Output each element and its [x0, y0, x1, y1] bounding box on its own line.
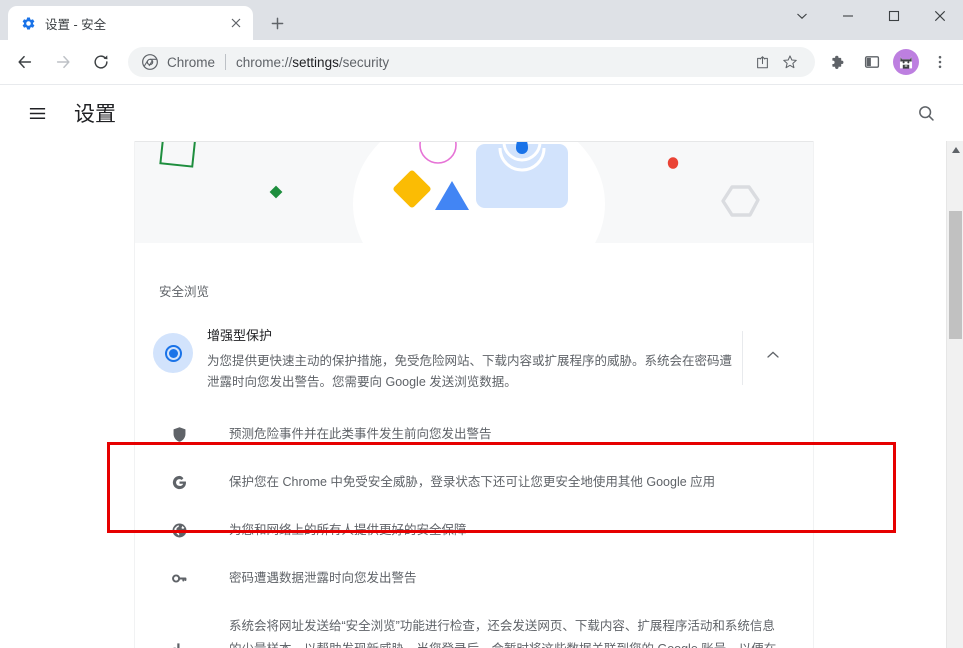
- safe-browsing-card: 安全浏览 增强型保护 为您提供更快速主动的保护措施，免受危险网站、下载内容或扩展…: [134, 141, 814, 648]
- feature-text: 密码遭遇数据泄露时向您发出警告: [229, 571, 417, 585]
- omnibox-divider: [225, 54, 227, 70]
- row-divider: [742, 331, 743, 385]
- new-tab-button[interactable]: [263, 9, 291, 37]
- hamburger-icon[interactable]: [20, 96, 54, 130]
- chevron-up-icon[interactable]: [753, 335, 793, 375]
- window-controls: [779, 0, 963, 32]
- safe-browsing-illustration: [135, 141, 813, 243]
- shield-badge-shape: [476, 142, 568, 208]
- side-panel-icon[interactable]: [857, 47, 887, 77]
- puzzle-icon[interactable]: [823, 47, 853, 77]
- blue-triangle-shape: [435, 181, 469, 210]
- shield-icon: [169, 424, 189, 444]
- feature-item-everyone-security: 为您和网络上的所有人提供更好的安全保障: [135, 503, 813, 551]
- feature-item-password-breach: 密码遭遇数据泄露时向您发出警告: [135, 551, 813, 599]
- address-bar[interactable]: Chrome chrome://settings/security: [128, 47, 815, 77]
- gear-icon: [20, 15, 36, 31]
- red-dot-shape: [667, 157, 679, 169]
- yellow-diamond-shape: [393, 170, 431, 208]
- search-icon[interactable]: [909, 96, 943, 130]
- feature-text: 保护您在 Chrome 中免受安全威胁，登录状态下还可让您更安全地使用其他 Go…: [229, 475, 716, 489]
- feature-text: 系统会将网址发送给“安全浏览”功能进行检查，还会发送网页、下载内容、扩展程序活动…: [229, 619, 776, 648]
- page-title: 设置: [74, 103, 116, 126]
- green-rectangle-shape: [159, 142, 197, 168]
- settings-content: 安全浏览 增强型保护 为您提供更快速主动的保护措施，免受危险网站、下载内容或扩展…: [0, 141, 963, 648]
- scrollbar-thumb[interactable]: [949, 211, 962, 339]
- pink-circle-shape: [419, 142, 457, 164]
- omnibox-chip-label: Chrome: [167, 54, 216, 70]
- tab-title: 设置 - 安全: [45, 17, 107, 32]
- feature-text: 为您和网络上的所有人提供更好的安全保障: [229, 523, 467, 537]
- security-page: 安全浏览 增强型保护 为您提供更快速主动的保护措施，免受危险网站、下载内容或扩展…: [0, 141, 946, 648]
- star-icon[interactable]: [777, 49, 803, 75]
- profile-avatar[interactable]: [891, 47, 921, 77]
- omnibox-url: chrome://settings/security: [236, 55, 747, 70]
- chrome-logo-icon: [142, 54, 158, 70]
- scroll-up-arrow-icon[interactable]: [947, 141, 963, 158]
- omnibox-actions: [747, 49, 803, 75]
- reload-button[interactable]: [85, 46, 117, 78]
- radio-inner-dot: [168, 348, 178, 358]
- feature-item-predict-danger: 预测危险事件并在此类事件发生前向您发出警告: [135, 407, 813, 455]
- forward-button[interactable]: [47, 46, 79, 78]
- bar-chart-icon: [169, 638, 189, 648]
- green-diamond-shape: [269, 185, 283, 199]
- close-window-button[interactable]: [917, 0, 963, 32]
- tab-close-icon[interactable]: [227, 14, 245, 32]
- url-suffix: /security: [338, 54, 390, 70]
- maximize-button[interactable]: [871, 0, 917, 32]
- feature-list: 预测危险事件并在此类事件发生前向您发出警告 保护您在 Chrome 中免受安全威…: [135, 407, 813, 648]
- tab-strip: 设置 - 安全: [0, 0, 963, 40]
- url-prefix: chrome://: [236, 54, 293, 70]
- browser-toolbar: Chrome chrome://settings/security: [0, 40, 963, 85]
- share-icon[interactable]: [749, 49, 775, 75]
- vertical-scrollbar[interactable]: [946, 141, 963, 648]
- globe-icon: [169, 520, 189, 540]
- key-icon: [169, 568, 189, 588]
- gray-hexagon-shape: [721, 185, 760, 217]
- url-bold-part: settings: [292, 54, 339, 70]
- feature-item-google-apps-protection: 保护您在 Chrome 中免受安全威胁，登录状态下还可让您更安全地使用其他 Go…: [135, 455, 813, 503]
- back-button[interactable]: [9, 46, 41, 78]
- three-dot-menu-icon[interactable]: [925, 47, 955, 77]
- section-label-safe-browsing: 安全浏览: [159, 285, 210, 299]
- google-g-icon: [169, 472, 189, 492]
- radio-outer-ring: [164, 344, 182, 362]
- chevron-down-icon[interactable]: [779, 0, 825, 32]
- avatar: [893, 49, 919, 75]
- feature-text: 预测危险事件并在此类事件发生前向您发出警告: [229, 427, 492, 441]
- enhanced-protection-title: 增强型保护: [207, 328, 273, 343]
- enhanced-protection-description: 为您提供更快速主动的保护措施，免受危险网站、下载内容或扩展程序的威胁。系统会在密…: [207, 354, 733, 389]
- enhanced-protection-text: 增强型保护 为您提供更快速主动的保护措施，免受危险网站、下载内容或扩展程序的威胁…: [207, 323, 732, 393]
- minimize-button[interactable]: [825, 0, 871, 32]
- radio-enhanced-protection[interactable]: [153, 333, 193, 373]
- feature-item-data-sharing: 系统会将网址发送给“安全浏览”功能进行检查，还会发送网页、下载内容、扩展程序活动…: [135, 599, 813, 648]
- enhanced-protection-row[interactable]: 增强型保护 为您提供更快速主动的保护措施，免受危险网站、下载内容或扩展程序的威胁…: [135, 309, 813, 407]
- browser-tab-settings-security[interactable]: 设置 - 安全: [8, 6, 253, 40]
- settings-header: 设置: [0, 85, 963, 141]
